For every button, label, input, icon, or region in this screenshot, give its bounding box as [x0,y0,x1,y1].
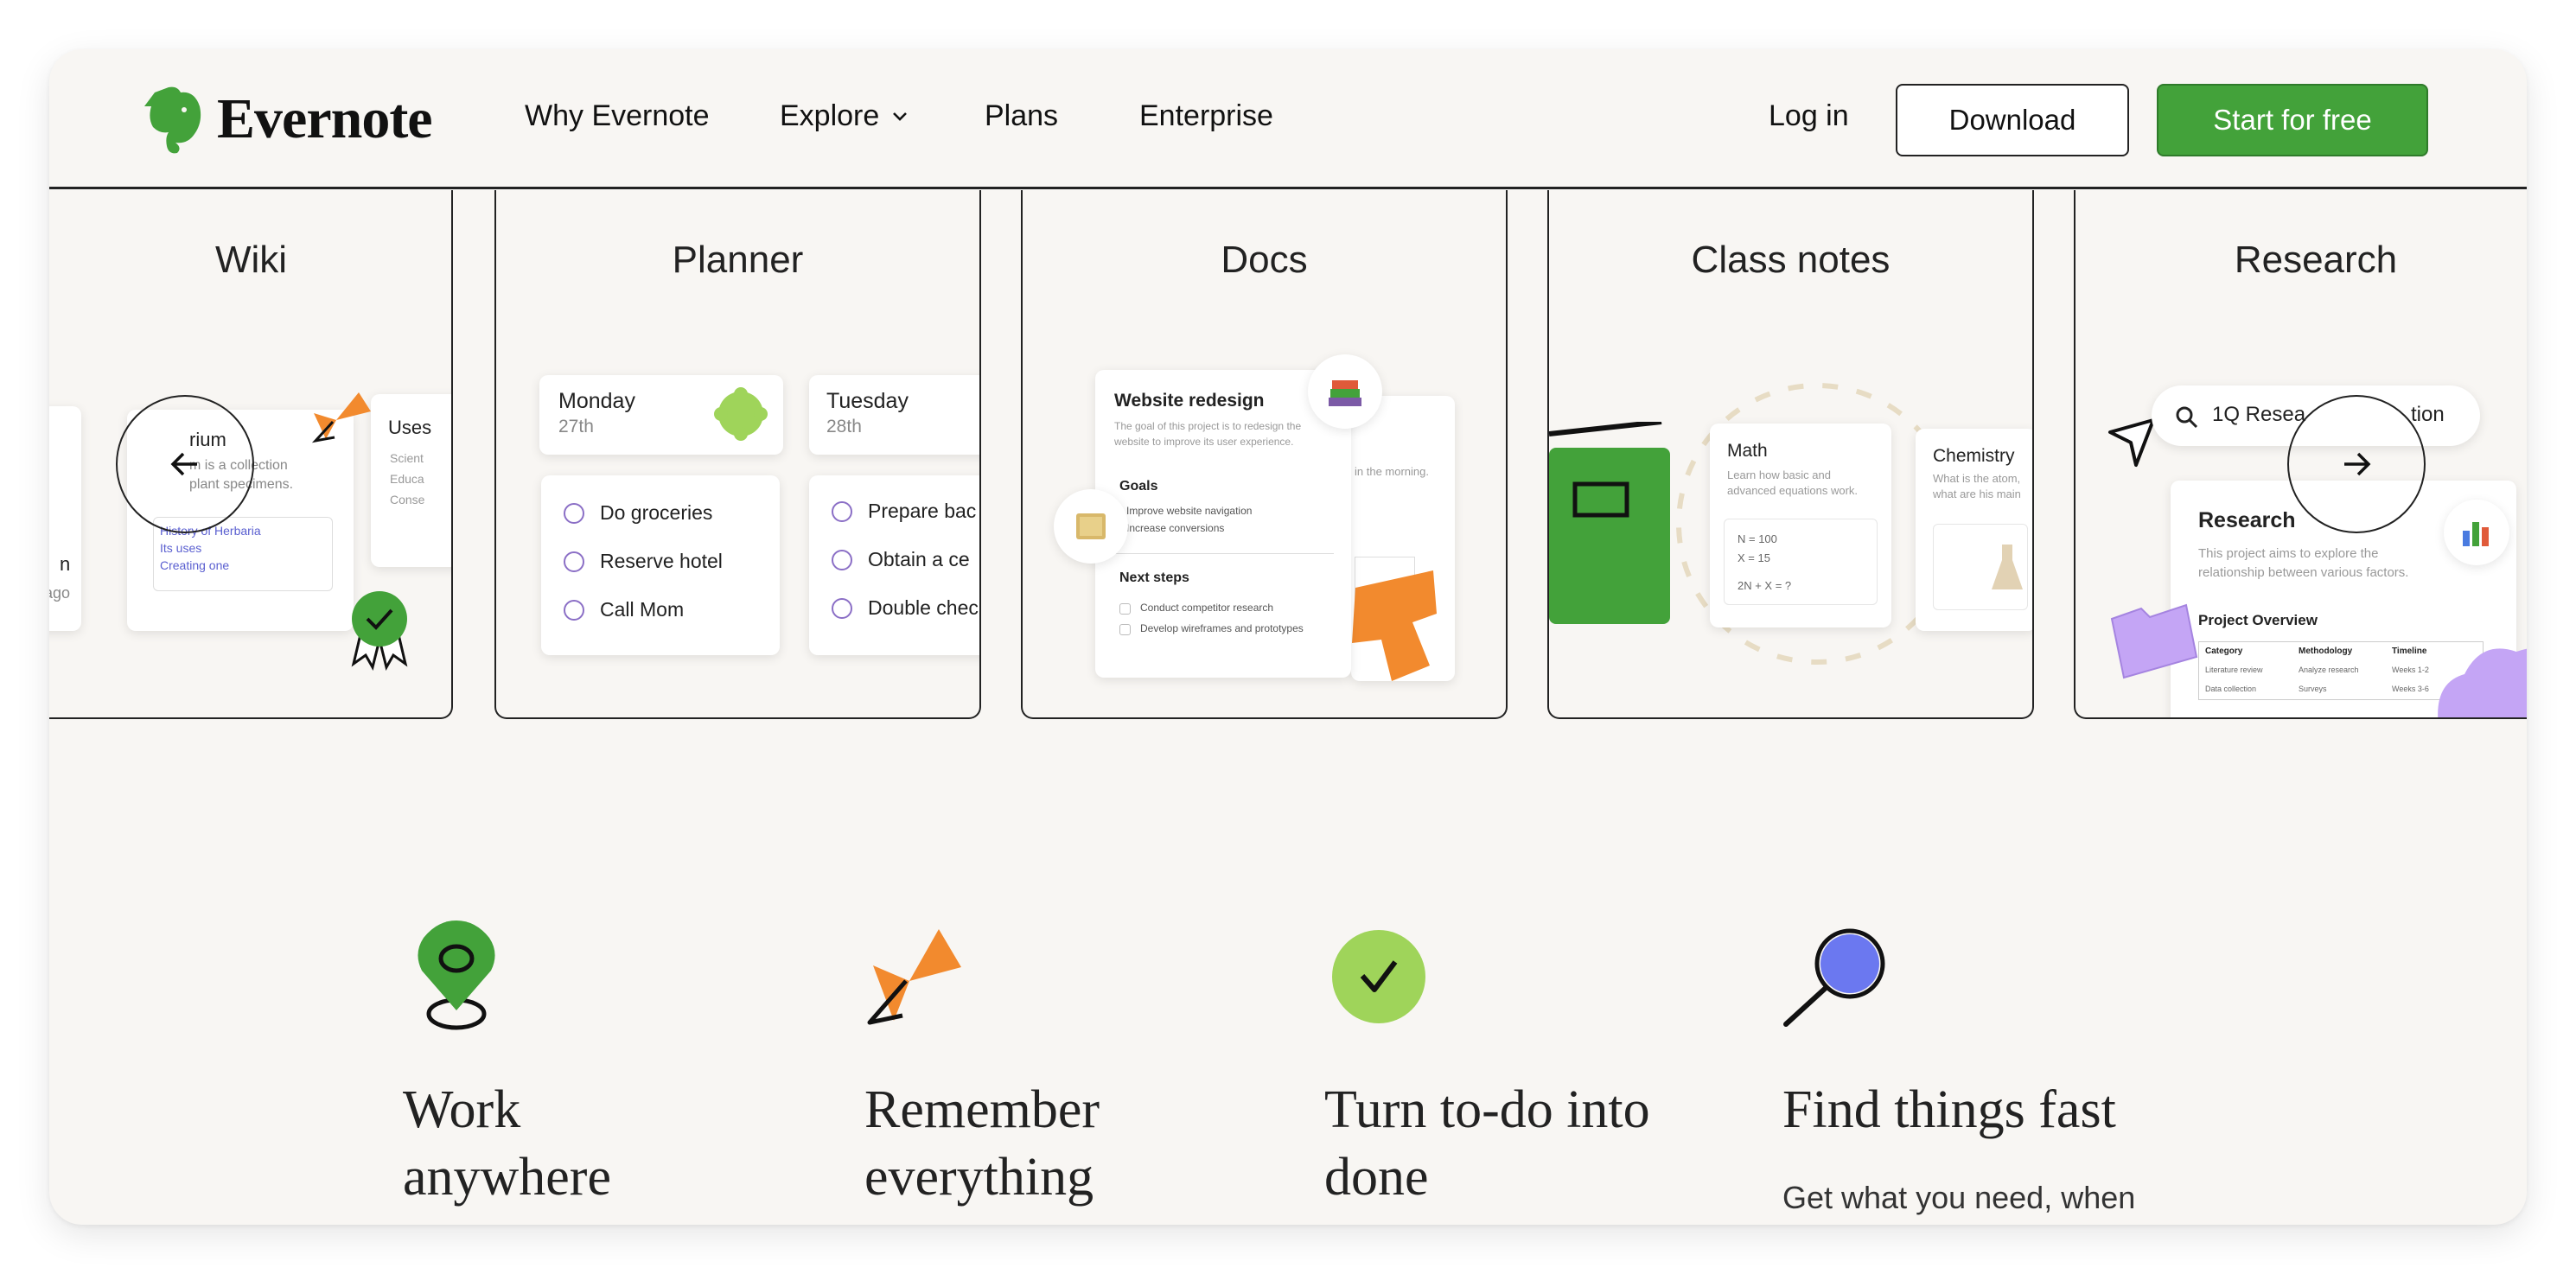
nav-explore[interactable]: Explore [780,99,912,133]
research-search-value: 1Q Resea [2212,403,2306,426]
left-arrow-icon [170,452,197,476]
wiki-fragment-left: n ago [49,406,81,631]
flask-icon [1992,545,2023,589]
card-title-docs: Docs [1221,239,1308,281]
books-icon [1329,380,1361,406]
todo-item[interactable]: Do groceries [564,501,712,525]
books-badge [1308,354,1382,429]
feature-title: Find things fast [1782,1080,2116,1139]
paper-icon [1076,513,1106,539]
research-search-tail: tion [2411,403,2445,426]
top-nav: Evernote Why Evernote Explore Plans Ente… [49,49,2527,189]
award-icon [351,591,408,671]
bow-icon [311,392,371,443]
planner-todos-monday: Do groceries Reserve hotel Call Mom [541,475,780,655]
elephant-logo-icon [144,86,201,154]
feature-title: Work anywhere [403,1080,611,1207]
carousel-next-button[interactable] [2287,395,2426,533]
wiki-uses-card: Uses Scient Educa Conse [371,394,451,567]
planner-day-monday: Monday 27th [539,375,783,455]
card-title-research: Research [2234,239,2398,281]
planner-day-tuesday: Tuesday 28th [809,375,979,455]
brand-name: Evernote [217,87,433,150]
feature-description: Get what you need, when [1782,1180,2136,1215]
todo-item[interactable]: Double chec [832,596,979,620]
card-planner[interactable]: Planner Monday 27th Tuesday 28th Do groc… [494,190,981,719]
card-docs[interactable]: Docs in the morning. Website redesign Th… [1021,190,1508,719]
nav-why-evernote[interactable]: Why Evernote [525,99,710,133]
class-chemistry-card: Chemistry What is the atom, what are his… [1916,429,2032,631]
planner-todos-tuesday: Prepare bac Obtain a ce Double chec [809,475,979,655]
right-arrow-icon [2344,452,2371,476]
nav-plans[interactable]: Plans [985,99,1058,133]
nav-explore-label: Explore [780,99,880,132]
purple-blob-decoration [2438,648,2527,717]
cursor-arrow-icon [2108,418,2155,467]
notebook-icon [1549,422,1670,624]
chart-badge [2444,500,2509,565]
search-icon [2176,406,2198,429]
card-title-planner: Planner [672,239,804,281]
chevron-down-icon [893,111,908,121]
orange-shape-icon [1352,570,1437,681]
check-icon [1332,930,1425,1023]
folder-icon [2110,603,2198,679]
nav-enterprise[interactable]: Enterprise [1139,99,1273,133]
start-for-free-button[interactable]: Start for free [2157,84,2428,156]
browser-window: Evernote Why Evernote Explore Plans Ente… [49,49,2527,1225]
flower-icon [714,387,768,441]
evernote-logo[interactable]: Evernote [143,80,433,158]
carousel-prev-button[interactable] [116,395,254,533]
bow-icon [867,929,961,1025]
class-math-card: Math Learn how basic and advanced equati… [1710,424,1891,627]
todo-item[interactable]: Call Mom [564,598,684,621]
docs-main-card: Website redesign The goal of this projec… [1095,370,1351,678]
card-title-wiki: Wiki [214,239,288,281]
feature-title: Remember everything [864,1080,1100,1207]
folder-badge [1054,489,1128,564]
login-link[interactable]: Log in [1769,99,1849,133]
todo-item[interactable]: Reserve hotel [564,550,723,573]
card-class-notes[interactable]: Class notes Math Learn how basic and adv… [1547,190,2034,719]
todo-item[interactable]: Prepare bac [832,500,976,523]
card-title-class-notes: Class notes [1691,239,1891,281]
download-button[interactable]: Download [1896,84,2129,156]
bar-chart-icon [2463,522,2489,546]
todo-item[interactable]: Obtain a ce [832,548,970,571]
feature-title: Turn to-do into done [1324,1080,1650,1207]
magnifier-icon [1783,928,1885,1027]
pin-icon [418,920,495,1030]
